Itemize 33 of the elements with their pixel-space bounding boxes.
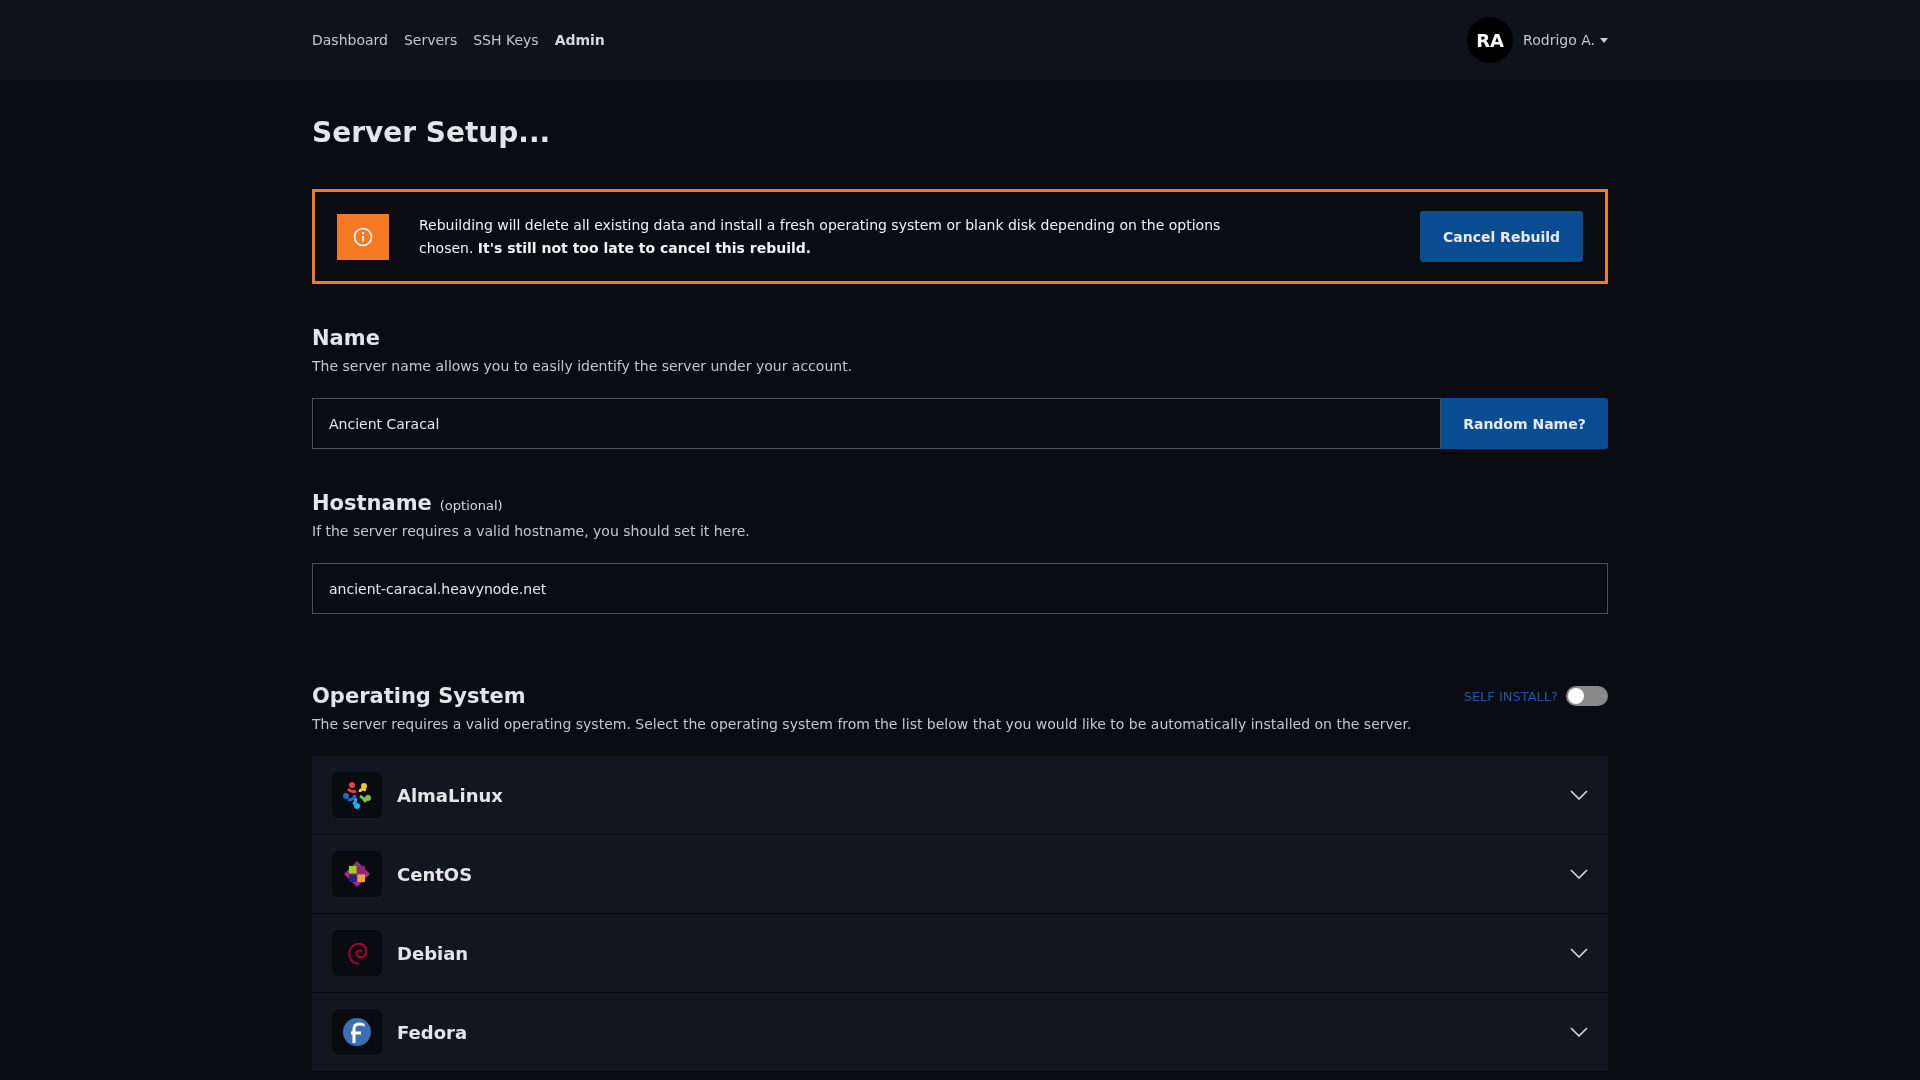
nav-link[interactable]: Servers [403,32,458,48]
os-list-item[interactable]: Fedora [312,993,1608,1072]
os-name: Fedora [397,1021,468,1043]
user-avatar[interactable]: RA [1467,17,1514,63]
random-name-button[interactable]: Random Name? [1441,398,1608,449]
section-heading: Operating System [312,684,526,708]
hostname-input-field[interactable]: ancient-caracal.heavynode.net [312,563,1608,614]
caret-icon [1600,37,1608,43]
info-icon [337,213,389,260]
self-install-label: SELF INSTALL? [1463,688,1558,704]
os-name: AlmaLinux [397,784,503,806]
section-description: The server name allows you to easily identify the server under your account. [312,358,854,374]
nav-link[interactable]: SSH Keys [473,32,539,48]
os-name: CentOS [397,863,473,885]
swirl-icon [332,930,382,976]
section-heading: Hostname [312,491,432,515]
os-list-item[interactable]: Debian [312,914,1608,993]
os-list-item[interactable]: CentOS [312,835,1608,914]
user-menu[interactable]: Rodrigo A. [1523,32,1608,48]
section-description: The server requires a valid operating system. Select the operating system from the list below that you would like to be automatically installed on the server. [312,716,1413,732]
cancel-rebuild-button[interactable]: Cancel Rebuild [1420,211,1583,262]
os-list-item[interactable]: AlmaLinux [312,756,1608,835]
self-install-toggle[interactable] [1566,686,1608,706]
nav-link[interactable]: Admin [554,32,605,48]
os-name: Debian [397,942,469,964]
nav-link[interactable]: Dashboard [312,32,388,48]
section-heading: Name [312,326,381,350]
optional-note: (optional) [439,498,503,513]
section-description: If the server requires a valid hostname, you should set it here. [312,523,751,539]
star-tile-icon [332,851,382,897]
name-input-field[interactable]: Ancient Caracal [312,398,1441,449]
alert-message: Rebuilding will delete all existing data and install a fresh operating system or blank disk depending on the options chosen. It's still not too late to cancel this rebuild. [419,215,1222,258]
page-title: Server Setup... [312,116,552,149]
